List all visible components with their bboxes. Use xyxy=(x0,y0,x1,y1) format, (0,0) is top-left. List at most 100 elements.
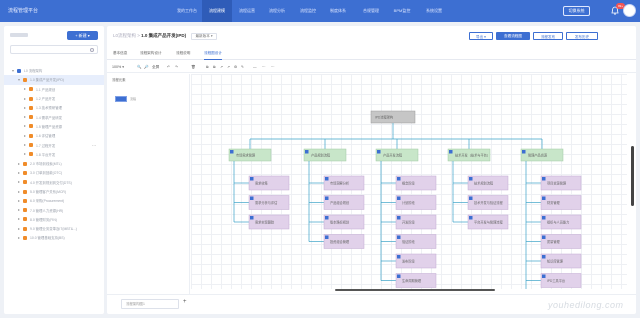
tree-item[interactable]: 1.8 平台开发 xyxy=(4,150,104,159)
caret-right-icon[interactable] xyxy=(18,209,20,212)
node-icon[interactable] xyxy=(449,150,453,154)
caret-right-icon[interactable] xyxy=(18,227,20,230)
caret-down-icon[interactable] xyxy=(12,69,14,72)
vertical-scrollbar[interactable] xyxy=(631,146,634,206)
caret-right-icon[interactable] xyxy=(24,88,26,91)
more-icon[interactable]: ··· xyxy=(92,143,96,148)
node-icon[interactable] xyxy=(230,150,234,154)
caret-right-icon[interactable] xyxy=(18,171,20,174)
tree-item[interactable]: 1.1 产品规划 xyxy=(4,85,104,94)
tab-3[interactable]: 流程图设计 xyxy=(204,51,222,60)
tree-item[interactable]: 8.0 管理财务(FIN) xyxy=(4,215,104,224)
node-icon[interactable] xyxy=(325,216,329,220)
tree-item[interactable]: 6.0 采购(Procurement) xyxy=(4,196,104,205)
node-icon[interactable] xyxy=(377,150,381,154)
nav-item-3[interactable]: 流程分析 xyxy=(262,0,292,22)
export-button[interactable]: 导出 ▾ xyxy=(469,32,493,40)
tree-item[interactable]: 1.5 管理产品资源 xyxy=(4,122,104,131)
publish-button[interactable]: 流程发布 xyxy=(533,32,563,40)
publish-history-button[interactable]: 发布历史 xyxy=(566,32,598,40)
toolbar-item-6[interactable]: 🗑 xyxy=(191,65,196,69)
toolbar-item-5[interactable]: ↷ xyxy=(175,65,178,69)
nav-item-8[interactable]: 系统设置 xyxy=(419,0,449,22)
tree-item[interactable]: L0 流程架构 xyxy=(4,66,104,75)
node-icon[interactable] xyxy=(542,255,546,259)
view-diagram-button[interactable]: 查看流程图 xyxy=(496,32,530,40)
tab-1[interactable]: 流程架构设计 xyxy=(140,51,162,56)
node-icon[interactable] xyxy=(325,196,329,201)
node-icon[interactable] xyxy=(250,216,254,220)
nav-item-6[interactable]: 合规管理 xyxy=(356,0,386,22)
toolbar-item-11[interactable]: ⚙ xyxy=(234,65,237,69)
toolbar-item-12[interactable]: ✎ xyxy=(241,65,244,69)
caret-right-icon[interactable] xyxy=(24,153,26,156)
tab-2[interactable]: 流程说明 xyxy=(176,51,190,56)
caret-right-icon[interactable] xyxy=(24,97,26,100)
tree-item[interactable]: 5.0 管理客户关系(MCR) xyxy=(4,187,104,196)
tree-item[interactable]: 2.0 市场到线索(MTL) xyxy=(4,159,104,168)
caret-right-icon[interactable] xyxy=(18,190,20,193)
node-icon[interactable] xyxy=(397,235,401,240)
toolbar-item-14[interactable]: ⋯ xyxy=(262,65,266,69)
diagram-canvas[interactable]: IPD流程架构 市场需求管理 需求收集 需求分析与评估 需求实现跟踪 产品规划流程 市场洞察… xyxy=(191,74,627,289)
caret-down-icon[interactable] xyxy=(18,78,20,81)
node-icon[interactable] xyxy=(250,177,254,181)
node-icon[interactable] xyxy=(522,150,526,154)
tree-item[interactable]: 7.0 管理人力资源(HR) xyxy=(4,205,104,214)
caret-right-icon[interactable] xyxy=(18,162,20,165)
caret-right-icon[interactable] xyxy=(18,218,20,221)
tree-item[interactable]: 3.0 订单到回款(OTC) xyxy=(4,168,104,177)
caret-right-icon[interactable] xyxy=(18,181,20,184)
node-icon[interactable] xyxy=(542,177,546,181)
caret-right-icon[interactable] xyxy=(18,236,20,239)
node-icon[interactable] xyxy=(397,255,401,259)
node-icon[interactable] xyxy=(397,216,401,220)
nav-item-0[interactable]: 我的工作台 xyxy=(172,0,202,22)
version-select[interactable]: 最新版本 ▾ xyxy=(191,33,217,40)
switch-system-button[interactable]: 切换系统 xyxy=(563,6,590,16)
toolbar-item-10[interactable]: ↗ xyxy=(227,65,230,69)
caret-right-icon[interactable] xyxy=(24,106,26,109)
toolbar-item-13[interactable]: — xyxy=(253,65,257,69)
node-icon[interactable] xyxy=(397,196,401,201)
caret-right-icon[interactable] xyxy=(24,134,26,137)
node-icon[interactable] xyxy=(325,235,329,240)
node-icon[interactable] xyxy=(325,177,329,181)
horizontal-scrollbar[interactable] xyxy=(335,289,495,291)
tree-item[interactable]: 1.2 产品开发 xyxy=(4,94,104,103)
page-tab[interactable]: 流程架构图1 xyxy=(121,299,179,309)
tab-0[interactable]: 基本信息 xyxy=(113,51,127,56)
node-icon[interactable] xyxy=(469,177,473,181)
add-page-button[interactable]: + xyxy=(183,299,187,305)
tree-item[interactable]: 1.7 过程开发 ··· xyxy=(4,140,104,149)
node-icon[interactable] xyxy=(542,216,546,220)
tree-item[interactable]: 10.0 管理基础支持(BS) xyxy=(4,233,104,242)
toolbar-item-0[interactable]: 100% ▾ xyxy=(112,65,124,69)
nav-item-5[interactable]: 制度体系 xyxy=(323,0,353,22)
tree-item[interactable]: 1.3 技术预研管理 xyxy=(4,103,104,112)
user-avatar[interactable] xyxy=(623,4,636,17)
toolbar-item-7[interactable]: ⧉ xyxy=(206,65,209,69)
toolbar-item-1[interactable]: 🔍 xyxy=(137,65,141,69)
tree-item[interactable]: 1.0 集成产品开发(IPD) xyxy=(4,75,104,85)
tree-item[interactable]: 4.0 开发到规划到交付(DTS) xyxy=(4,178,104,187)
toolbar-item-8[interactable]: ⧉ xyxy=(213,65,216,69)
tree-item[interactable]: 1.6 评估管理 xyxy=(4,131,104,140)
caret-right-icon[interactable] xyxy=(24,144,26,147)
caret-right-icon[interactable] xyxy=(24,125,26,128)
node-icon[interactable] xyxy=(305,150,309,154)
node-icon[interactable] xyxy=(250,196,254,201)
node-icon[interactable] xyxy=(397,177,401,181)
node-icon[interactable] xyxy=(469,216,473,220)
toolbar-item-9[interactable]: ↗ xyxy=(220,65,223,69)
caret-right-icon[interactable] xyxy=(18,199,20,202)
nav-item-2[interactable]: 流程运营 xyxy=(232,0,262,22)
node-icon[interactable] xyxy=(542,196,546,201)
new-button[interactable]: + 新建 ▾ xyxy=(67,31,98,40)
nav-item-1[interactable]: 流程建模 xyxy=(202,0,232,22)
process-element-icon[interactable] xyxy=(115,96,127,102)
toolbar-item-4[interactable]: ↶ xyxy=(167,65,170,69)
breadcrumb-parent[interactable]: L0流程架构 xyxy=(113,33,136,38)
toolbar-item-3[interactable]: 全屏 xyxy=(152,65,159,70)
node-icon[interactable] xyxy=(469,196,473,201)
